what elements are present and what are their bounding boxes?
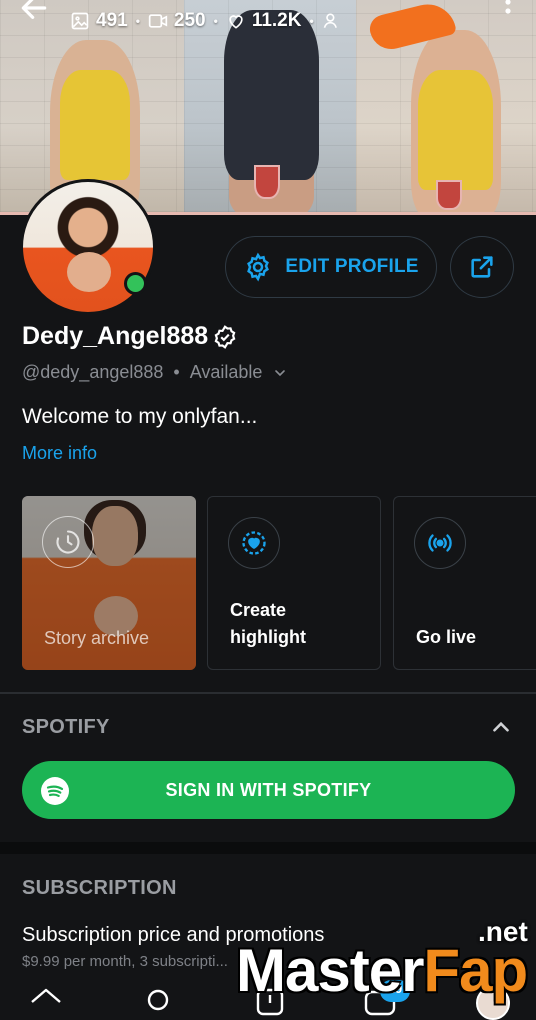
- sign-in-spotify-label: SIGN IN WITH SPOTIFY: [165, 779, 372, 800]
- stats-separator: •: [213, 14, 218, 28]
- verified-badge-icon: [214, 324, 236, 349]
- create-highlight-card[interactable]: Create highlight: [207, 496, 381, 670]
- spotify-section-title: SPOTIFY: [22, 716, 110, 738]
- stats-separator: •: [135, 14, 140, 28]
- watermark-part2: Fap: [423, 937, 528, 1004]
- edit-profile-button[interactable]: EDIT PROFILE: [225, 236, 437, 298]
- more-info-link[interactable]: More info: [22, 443, 97, 464]
- subscription-price-detail: $9.99 per month, 3 subscripti...: [22, 953, 228, 970]
- top-bar: 491 • 250 • 11.2K •: [0, 0, 536, 54]
- story-archive-card[interactable]: Story archive: [22, 496, 196, 670]
- story-archive-icon-wrap: [42, 516, 94, 568]
- heart-icon: [229, 15, 243, 29]
- image-icon: [71, 12, 89, 30]
- create-highlight-icon-wrap: [228, 517, 280, 569]
- profile-handle-row[interactable]: @dedy_angel888 • Available: [22, 362, 288, 383]
- section-separator: [0, 842, 536, 854]
- user-icon: [323, 13, 337, 28]
- subscription-section-title: SUBSCRIPTION: [22, 877, 177, 899]
- video-icon: [148, 14, 168, 28]
- spotify-icon: [41, 777, 69, 805]
- availability-status: Available: [189, 362, 263, 382]
- go-live-label: Go live: [416, 627, 477, 647]
- watermark-part1: Master: [236, 937, 424, 1004]
- handle-separator: •: [173, 362, 180, 382]
- profile-stats: 491 • 250 • 11.2K •: [70, 10, 342, 32]
- share-button[interactable]: [450, 236, 514, 298]
- online-status-dot: [124, 272, 147, 295]
- videos-count: 250: [173, 10, 206, 31]
- create-highlight-line1: Create: [230, 600, 287, 620]
- broadcast-icon: [428, 534, 452, 552]
- home-icon[interactable]: [28, 986, 64, 1016]
- go-live-card[interactable]: Go live: [393, 496, 536, 670]
- profile-name: Dedy_Angel888: [22, 322, 238, 351]
- stats-separator: •: [309, 14, 314, 28]
- likes-count: 11.2K: [251, 10, 302, 31]
- story-archive-label: Story archive: [44, 628, 150, 648]
- chevron-down-icon: [275, 369, 286, 376]
- create-highlight-line2: highlight: [230, 627, 306, 647]
- divider: [0, 692, 536, 694]
- profile-name-text: Dedy_Angel888: [22, 322, 209, 350]
- watermark: MasterFap: [236, 936, 528, 1005]
- sign-in-spotify-button[interactable]: SIGN IN WITH SPOTIFY: [22, 761, 515, 819]
- chevron-up-icon[interactable]: [488, 714, 514, 740]
- profile-handle: @dedy_angel888: [22, 362, 164, 382]
- fans-stat[interactable]: [322, 11, 342, 31]
- photos-count: 491: [96, 10, 128, 31]
- photos-stat[interactable]: 491: [70, 10, 128, 32]
- clock-history-icon: [56, 530, 80, 554]
- search-icon[interactable]: [140, 986, 176, 1016]
- edit-profile-label: EDIT PROFILE: [285, 256, 419, 277]
- likes-stat[interactable]: 11.2K: [226, 10, 302, 32]
- share-icon: [471, 256, 493, 278]
- gear-icon: [247, 252, 270, 282]
- more-vert-icon[interactable]: [498, 0, 518, 26]
- create-highlight-label: Create highlight: [230, 597, 306, 651]
- back-arrow-icon[interactable]: [18, 0, 50, 24]
- videos-stat[interactable]: 250: [148, 10, 206, 32]
- go-live-icon-wrap: [414, 517, 466, 569]
- heart-circle-icon: [242, 531, 266, 555]
- profile-bio: Welcome to my onlyfan...: [22, 405, 258, 428]
